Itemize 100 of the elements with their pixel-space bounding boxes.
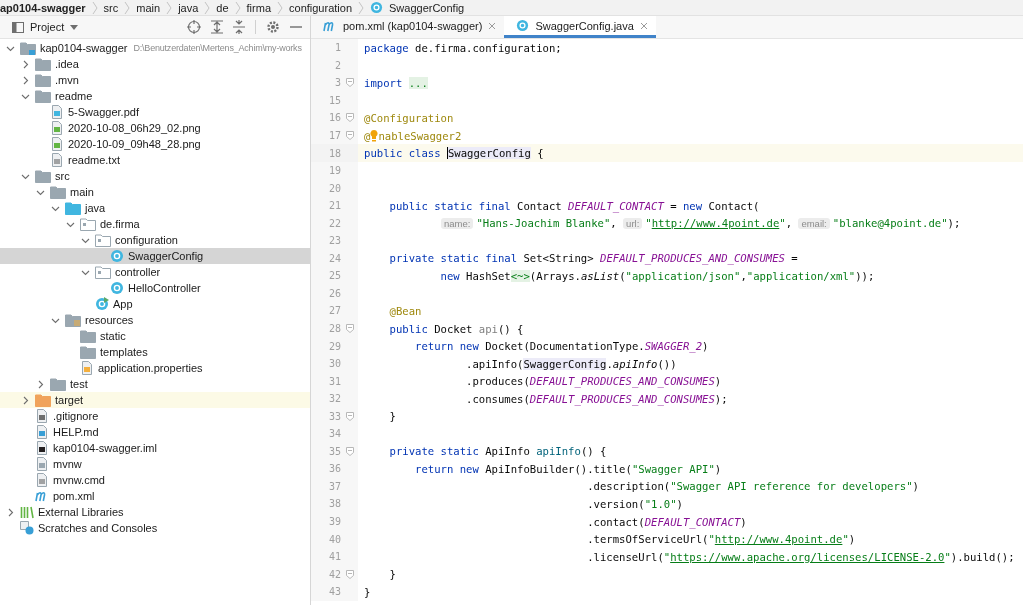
breadcrumb[interactable]: java [178, 1, 199, 14]
expand-all-icon[interactable] [211, 20, 223, 34]
tree-item[interactable]: target [0, 392, 310, 408]
file-icon [50, 137, 64, 151]
line-number: 32 [327, 393, 341, 405]
tree-item[interactable]: .gitignore [0, 408, 310, 424]
tree-item[interactable]: Scratches and Consoles [0, 520, 310, 536]
breadcrumb[interactable]: configuration [289, 1, 352, 14]
line-number: 36 [327, 463, 341, 475]
tree-item[interactable]: HELP.md [0, 424, 310, 440]
tree-item[interactable]: java [0, 200, 310, 216]
code-line: .apiInfo(SwaggerConfig.apiInfo()) [465, 357, 677, 370]
code-line: .description("Swagger API reference for developers") [586, 480, 919, 493]
file-icon [35, 457, 49, 471]
line-number: 31 [327, 375, 341, 387]
tree-item[interactable]: kap0104-swagger.iml [0, 440, 310, 456]
line-number: 17 [327, 130, 341, 141]
code-line: .termsOfServiceUrl("http://www.4point.de") [586, 533, 856, 546]
code-line: return new ApiInfoBuilder().title("Swagger API") [414, 462, 722, 475]
code-line: .licenseUrl("https://www.apache.org/licenses/LICENSE-2.0").build(); [586, 550, 1015, 563]
chevron-icon [277, 0, 283, 15]
code-line: new HashSet<~>(Arrays.asList("application/json","application/xml")); [439, 269, 875, 282]
editor-tab[interactable]: SwaggerConfig.java [504, 16, 656, 38]
line-number: 29 [327, 340, 341, 352]
code-line: @Bean [388, 304, 422, 317]
code-line: @Configuration [363, 111, 454, 124]
locate-icon[interactable] [187, 20, 201, 34]
file-icon [50, 153, 64, 167]
code-line: .produces(DEFAULT_PRODUCES_AND_CONSUMES) [465, 375, 722, 388]
tree-item[interactable]: SwaggerConfig [0, 248, 310, 264]
line-number: 20 [327, 182, 341, 194]
settings-icon[interactable] [266, 20, 280, 34]
close-icon[interactable] [639, 21, 648, 30]
project-dropdown[interactable]: Project [12, 21, 79, 33]
tree-item[interactable]: test [0, 376, 310, 392]
line-number: 35 [327, 445, 341, 457]
code-line: } [363, 585, 371, 598]
tree-item[interactable]: mvnw [0, 456, 310, 472]
code-line: package de.firma.configuration; [363, 41, 562, 54]
tree-item[interactable]: External Libraries [0, 504, 310, 520]
chevron-icon [358, 0, 364, 15]
line-number: 15 [327, 94, 341, 106]
tree-item[interactable]: pom.xml [0, 488, 310, 504]
breadcrumb[interactable]: src [103, 1, 119, 14]
file-icon [80, 361, 94, 375]
chevron-icon [166, 0, 173, 15]
line-number: 19 [327, 165, 341, 177]
file-icon [35, 473, 49, 487]
chevron-icon [204, 0, 211, 15]
tree-item[interactable]: kap0104-swagger D:\Benutzerdaten\Mertens_Achim\my-works [0, 40, 310, 56]
code-line: } [388, 410, 396, 423]
line-number: 18 [327, 147, 341, 159]
folder-icon [65, 313, 81, 327]
editor-tab[interactable]: pom.xml (kap0104-swagger) [311, 16, 505, 38]
line-number: 42 [327, 568, 341, 580]
code-line: @ nableSwagger2 [363, 129, 462, 142]
folder-icon [35, 169, 51, 183]
line-number: 34 [327, 428, 341, 440]
tree-item[interactable]: resources [0, 312, 310, 328]
breadcrumb[interactable]: SwaggerConfig [389, 1, 465, 14]
tree-item[interactable]: configuration [0, 232, 310, 248]
line-number: 43 [327, 586, 341, 598]
file-icon [50, 105, 64, 119]
tree-item[interactable]: application.properties [0, 360, 310, 376]
line-number: 30 [327, 358, 341, 370]
tree-item[interactable]: 2020-10-09_09h48_28.png [0, 136, 310, 152]
tree-item[interactable]: .mvn [0, 72, 310, 88]
tree-item[interactable]: App [0, 296, 310, 312]
close-icon[interactable] [488, 21, 497, 30]
tree-item[interactable]: controller [0, 264, 310, 280]
tree-item[interactable]: readme.txt [0, 152, 310, 168]
panel-icon [12, 21, 24, 33]
code-line: .version("1.0") [586, 498, 683, 510]
collapse-all-icon[interactable] [233, 20, 245, 34]
tree-item[interactable]: main [0, 184, 310, 200]
line-number: 40 [327, 533, 341, 545]
code-line: } [388, 568, 396, 581]
tree-item[interactable]: 2020-10-08_06h29_02.png [0, 120, 310, 136]
code-line: return new Docket(DocumentationType.SWAGGER_2) [414, 340, 709, 353]
breadcrumb[interactable]: main [136, 1, 161, 14]
breadcrumb[interactable]: firma [246, 1, 271, 14]
tree-item[interactable]: static [0, 328, 310, 344]
code-line: public static final Contact DEFAULT_CONTACT = new Contact( [388, 199, 760, 212]
tree-item[interactable]: 5-Swagger.pdf [0, 104, 310, 120]
tree-item[interactable]: src [0, 168, 310, 184]
folder-icon [35, 73, 51, 87]
tree-item[interactable]: .idea [0, 56, 310, 72]
breadcrumb[interactable]: ap0104-swagger [0, 1, 86, 14]
tree-item[interactable]: HelloController [0, 280, 310, 296]
code-line: public Docket api() { [388, 322, 524, 335]
tree-item[interactable]: templates [0, 344, 310, 360]
tree-item[interactable]: de.firma [0, 216, 310, 232]
tree-item[interactable]: mvnw.cmd [0, 472, 310, 488]
class-icon [516, 19, 530, 32]
chevron-icon [124, 0, 131, 15]
tree-item[interactable]: readme [0, 88, 310, 104]
line-number: 27 [327, 305, 341, 317]
breadcrumb[interactable]: de [216, 1, 229, 14]
line-number: 24 [327, 252, 341, 264]
code-line: .contact(DEFAULT_CONTACT) [586, 515, 747, 528]
